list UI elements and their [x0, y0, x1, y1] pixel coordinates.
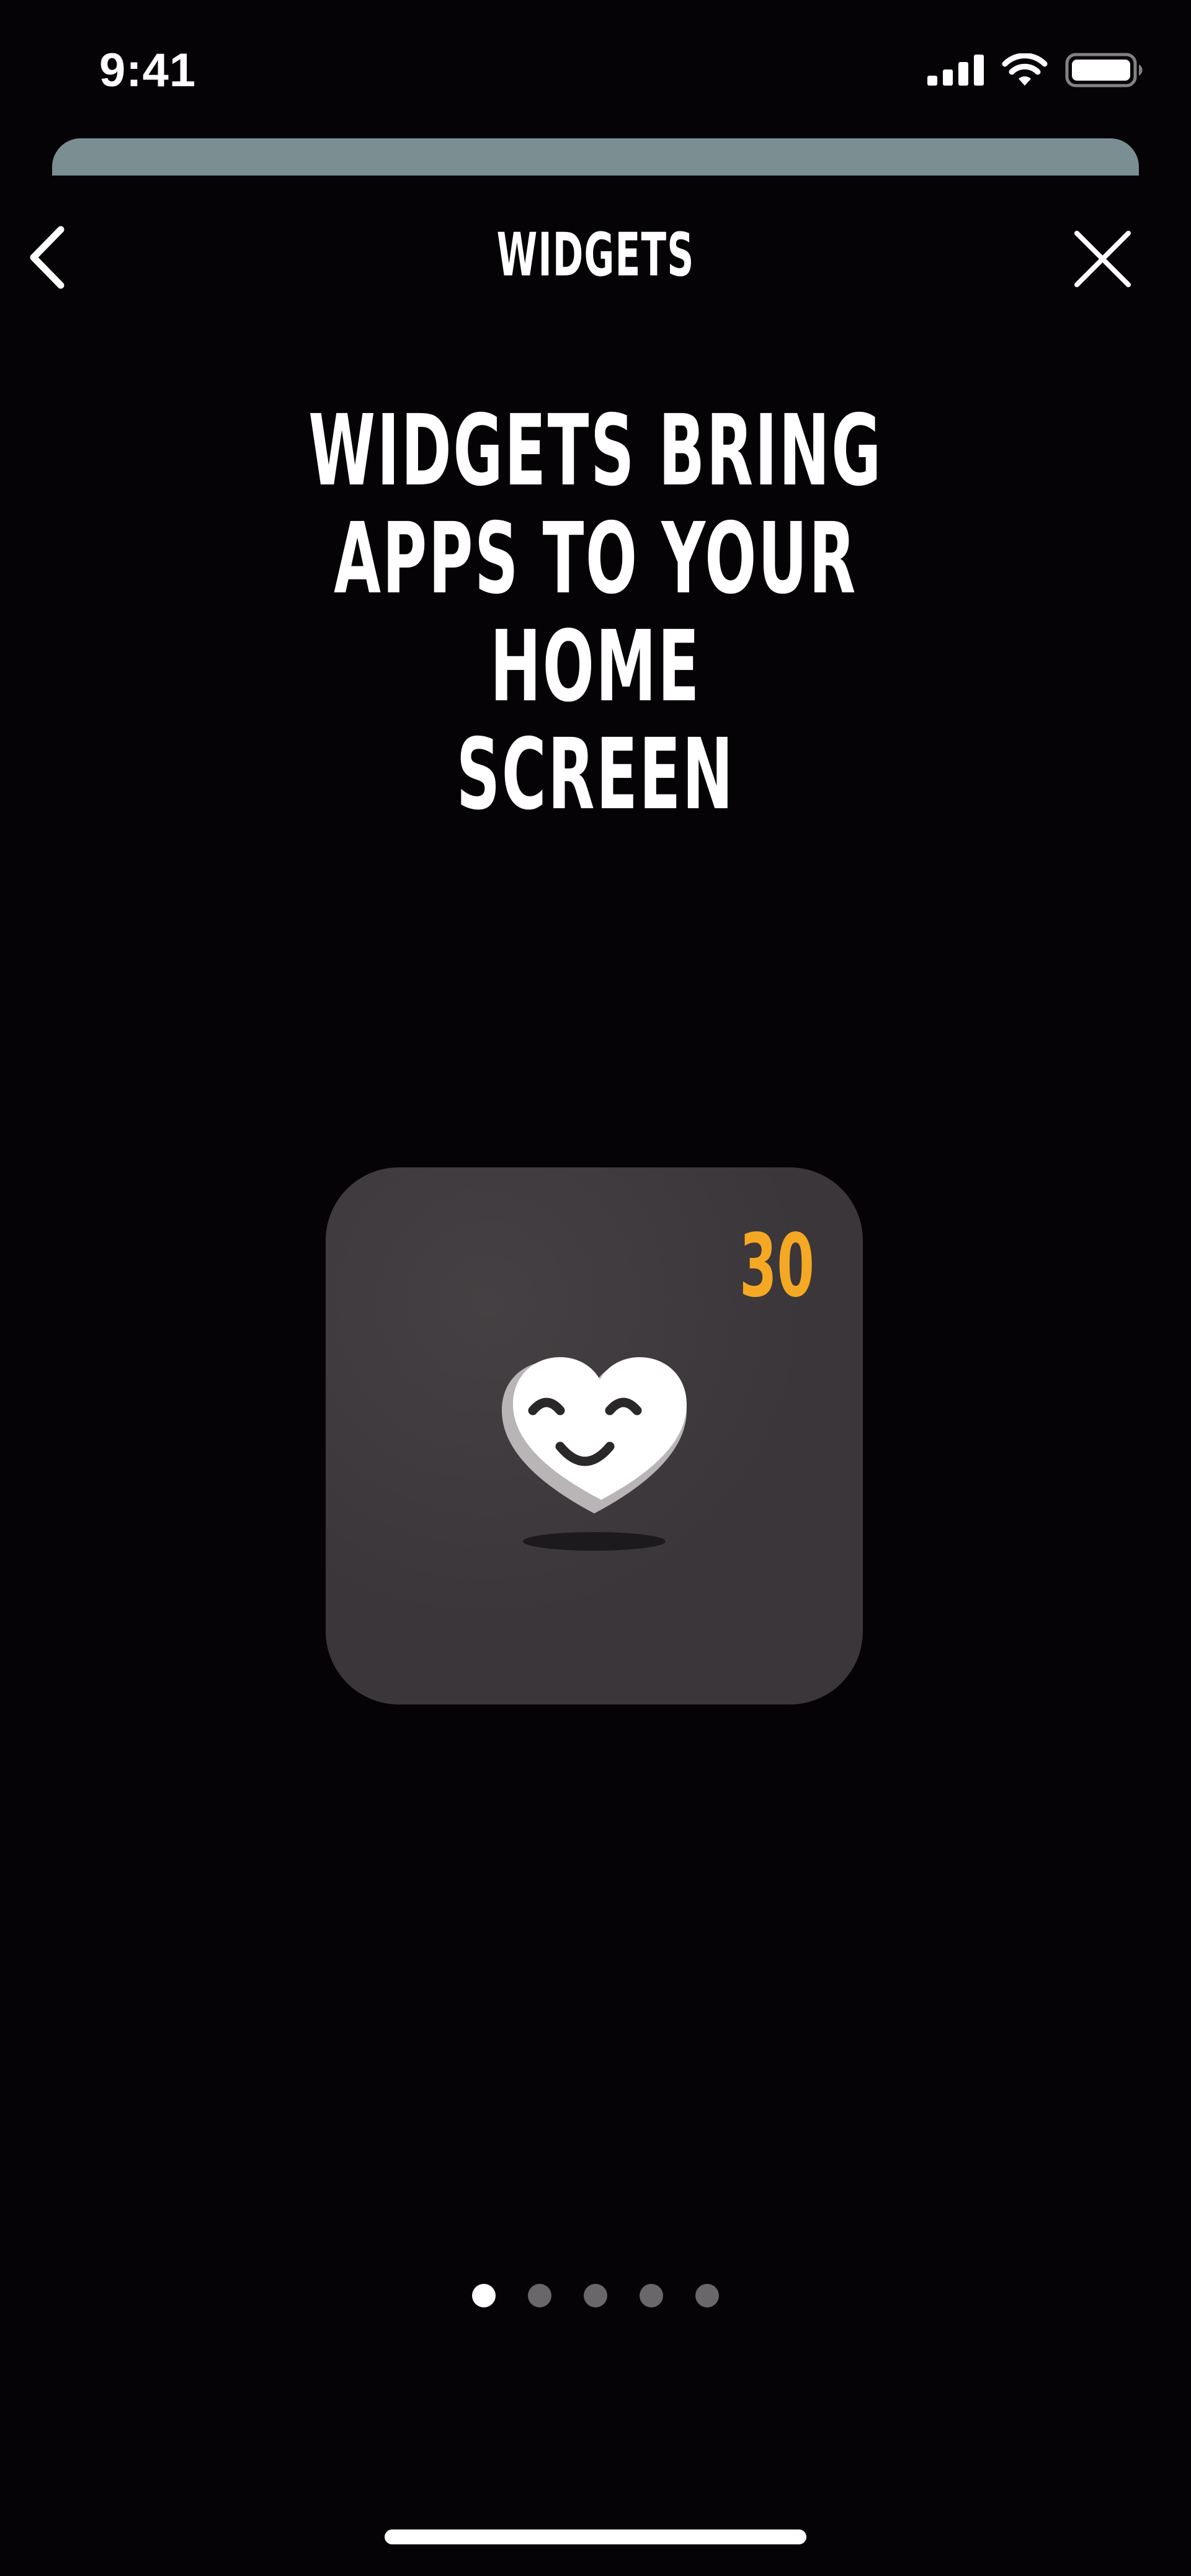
chevron-left-icon: [30, 226, 65, 289]
status-bar: 9:41: [0, 0, 1191, 143]
cellular-signal-icon: [927, 55, 984, 86]
status-icons: [927, 53, 1144, 87]
nav-title: WIDGETS: [496, 220, 695, 290]
close-icon: [1074, 231, 1131, 287]
home-indicator[interactable]: [385, 2529, 806, 2544]
status-time: 9:41: [99, 44, 197, 97]
page-dot-3[interactable]: [584, 2284, 607, 2307]
widget-preview-card: 30: [326, 1167, 863, 1705]
wifi-icon: [1002, 53, 1048, 86]
sheet-grabber-edge: [52, 138, 1139, 176]
page-dot-1[interactable]: [472, 2284, 496, 2307]
page-indicator[interactable]: [0, 2284, 1191, 2307]
back-button[interactable]: [25, 223, 68, 292]
mascot-shadow: [523, 1532, 666, 1551]
headline: WIDGETS BRING APPS TO YOUR HOME SCREEN: [308, 394, 883, 832]
heart-smile-icon: [502, 1357, 687, 1513]
page-dot-5[interactable]: [695, 2284, 719, 2307]
widget-count: 30: [739, 1216, 814, 1317]
page-dot-4[interactable]: [640, 2284, 663, 2307]
page-dot-2[interactable]: [528, 2284, 551, 2307]
battery-icon: [1065, 53, 1143, 87]
close-button[interactable]: [1073, 230, 1132, 288]
